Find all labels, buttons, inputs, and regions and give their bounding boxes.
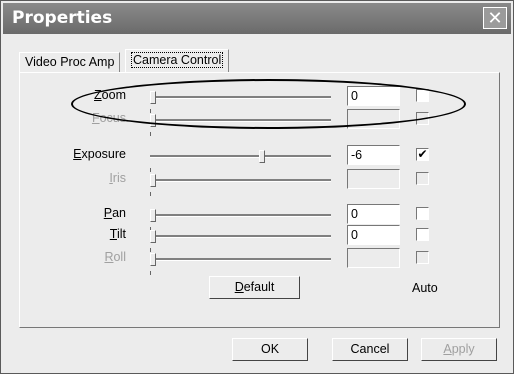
iris-auto-checkbox bbox=[416, 172, 429, 185]
tilt-slider[interactable] bbox=[150, 230, 331, 252]
ok-label: OK bbox=[260, 342, 280, 356]
exposure-accel: E bbox=[73, 147, 82, 161]
roll-value-field bbox=[347, 248, 400, 268]
tab-camera-control[interactable]: Camera Control bbox=[125, 49, 230, 73]
close-icon: ✕ bbox=[487, 8, 503, 28]
pan-label: Pan bbox=[104, 206, 126, 220]
control-row-roll: Roll bbox=[20, 248, 499, 275]
exposure-value-field[interactable]: -6 bbox=[347, 145, 400, 165]
tilt-slider-thumb[interactable] bbox=[150, 230, 156, 243]
cancel-label: Cancel bbox=[350, 342, 390, 356]
roll-label-rest: oll bbox=[113, 250, 126, 264]
tilt-value-field[interactable]: 0 bbox=[347, 225, 400, 245]
iris-value-field bbox=[347, 169, 400, 189]
window-title: Properties bbox=[12, 8, 113, 28]
roll-slider-tick bbox=[150, 271, 151, 275]
tilt-label: Tilt bbox=[110, 227, 126, 241]
roll-slider-thumb bbox=[150, 253, 156, 266]
control-row-iris: Iris bbox=[20, 169, 499, 196]
focus-auto-checkbox bbox=[416, 112, 429, 125]
pan-auto-checkbox[interactable] bbox=[416, 207, 429, 220]
focus-slider bbox=[150, 114, 331, 136]
pan-value-field[interactable]: 0 bbox=[347, 204, 400, 224]
exposure-label: Exposure bbox=[73, 147, 126, 161]
roll-label: Roll bbox=[104, 250, 126, 264]
zoom-label-rest: oom bbox=[101, 88, 126, 102]
roll-slider bbox=[150, 253, 331, 275]
pan-slider-thumb[interactable] bbox=[150, 209, 156, 222]
default-button[interactable]: Default bbox=[209, 276, 300, 299]
zoom-auto-checkbox[interactable] bbox=[416, 89, 429, 102]
apply-button[interactable]: Apply bbox=[421, 338, 497, 361]
camera-control-panel: Default Auto Zoom 0 Focus Exposure -6 ✔ Iris Pa… bbox=[19, 72, 500, 328]
apply-label: pply bbox=[451, 342, 475, 356]
tilt-label-rest: ilt bbox=[116, 227, 126, 241]
tab-video-proc-amp-label: Video Proc Amp bbox=[25, 55, 115, 69]
close-button[interactable]: ✕ bbox=[483, 7, 507, 29]
pan-slider[interactable] bbox=[150, 209, 331, 231]
focus-accel: F bbox=[91, 111, 100, 125]
tilt-accel: T bbox=[109, 227, 117, 241]
iris-label-rest: ris bbox=[112, 171, 126, 185]
apply-accel: A bbox=[443, 342, 452, 356]
tab-camera-control-label: Camera Control bbox=[131, 52, 224, 68]
default-label: efault bbox=[243, 280, 275, 294]
default-accel: D bbox=[234, 280, 244, 294]
tilt-auto-checkbox[interactable] bbox=[416, 228, 429, 241]
control-row-zoom: Zoom 0 bbox=[20, 86, 499, 113]
focus-slider-tick bbox=[150, 132, 151, 136]
focus-value-field bbox=[347, 109, 400, 129]
focus-label-rest: ocus bbox=[99, 111, 126, 125]
pan-label-rest: an bbox=[112, 206, 126, 220]
control-row-pan: Pan 0 bbox=[20, 204, 499, 231]
control-row-exposure: Exposure -6 ✔ bbox=[20, 145, 499, 172]
iris-slider-thumb bbox=[150, 174, 156, 187]
tab-video-proc-amp[interactable]: Video Proc Amp bbox=[19, 52, 121, 72]
zoom-slider[interactable] bbox=[150, 91, 331, 113]
exposure-slider-thumb[interactable] bbox=[259, 150, 265, 163]
focus-slider-thumb bbox=[150, 114, 156, 127]
pan-accel: P bbox=[103, 206, 113, 220]
focus-label: Focus bbox=[92, 111, 126, 125]
zoom-slider-thumb[interactable] bbox=[150, 91, 156, 104]
zoom-value-field[interactable]: 0 bbox=[347, 86, 400, 106]
iris-slider-tick bbox=[150, 192, 151, 196]
control-row-tilt: Tilt 0 bbox=[20, 225, 499, 252]
cancel-button[interactable]: Cancel bbox=[332, 338, 408, 361]
iris-slider bbox=[150, 174, 331, 196]
exposure-label-rest: xposure bbox=[81, 147, 126, 161]
control-row-focus: Focus bbox=[20, 109, 499, 136]
roll-auto-checkbox bbox=[416, 251, 429, 264]
title-bar[interactable]: Properties ✕ bbox=[3, 3, 511, 34]
properties-dialog: Properties ✕ Video Proc Amp Camera Contr… bbox=[0, 0, 514, 374]
ok-button[interactable]: OK bbox=[232, 338, 308, 361]
auto-column-label: Auto bbox=[412, 281, 438, 295]
zoom-label: Zoom bbox=[94, 88, 126, 102]
zoom-accel: Z bbox=[94, 88, 102, 102]
iris-label: Iris bbox=[109, 171, 126, 185]
exposure-auto-checkbox[interactable]: ✔ bbox=[416, 148, 429, 161]
exposure-slider[interactable] bbox=[150, 150, 331, 172]
